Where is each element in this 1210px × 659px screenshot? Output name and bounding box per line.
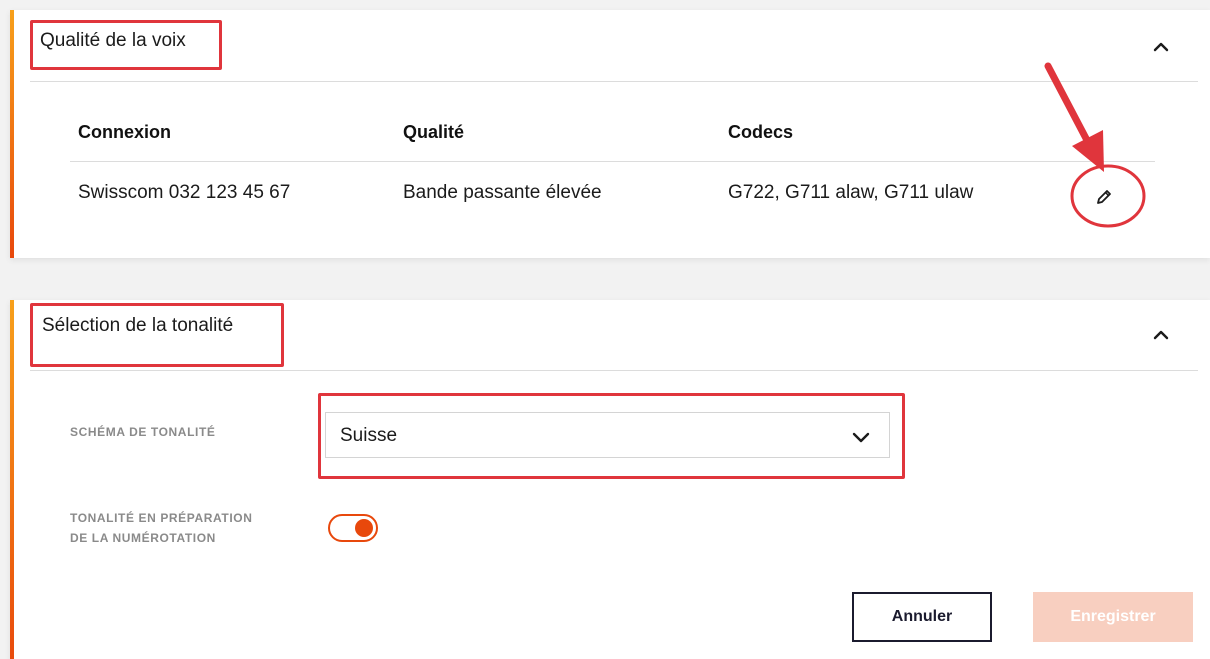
chevron-down-icon	[851, 427, 871, 447]
tone-scheme-select[interactable]: Suisse	[325, 412, 890, 458]
cell-connection: Swisscom 032 123 45 67	[78, 182, 291, 203]
card-accent-bar	[10, 300, 14, 659]
card-accent-bar	[10, 10, 14, 258]
cell-codecs: G722, G711 alaw, G711 ulaw	[728, 182, 974, 203]
column-header-quality: Qualité	[403, 122, 465, 142]
dial-tone-label: TONALITÉ EN PRÉPARATION DE LA NUMÉROTATI…	[70, 508, 310, 548]
table-row: Swisscom 032 123 45 67 Bande passante él…	[70, 182, 1155, 212]
table-header: Connexion Qualité Codecs	[70, 122, 1155, 152]
chevron-up-icon[interactable]	[1150, 36, 1172, 58]
table-divider	[70, 161, 1155, 162]
tone-selection-card: Sélection de la tonalité SCHÉMA DE TONAL…	[10, 300, 1210, 659]
card-divider	[30, 81, 1198, 82]
column-header-codecs: Codecs	[728, 122, 794, 142]
pencil-icon[interactable]	[1092, 185, 1116, 209]
page: Qualité de la voix Connexion Qualité Cod…	[0, 0, 1210, 659]
card-divider	[30, 370, 1198, 371]
dial-tone-label-line2: DE LA NUMÉROTATION	[70, 531, 216, 545]
dial-tone-toggle[interactable]	[328, 514, 378, 542]
dial-tone-label-line1: TONALITÉ EN PRÉPARATION	[70, 511, 253, 525]
cancel-button[interactable]: Annuler	[852, 592, 992, 642]
chevron-up-icon[interactable]	[1150, 324, 1172, 346]
cell-quality: Bande passante élevée	[403, 182, 602, 203]
column-header-connection: Connexion	[78, 122, 171, 142]
voice-quality-title: Qualité de la voix	[40, 30, 186, 51]
tone-scheme-value: Suisse	[340, 425, 398, 446]
voice-quality-card: Qualité de la voix Connexion Qualité Cod…	[10, 10, 1210, 258]
save-button[interactable]: Enregistrer	[1033, 592, 1193, 642]
tone-selection-title: Sélection de la tonalité	[42, 315, 234, 336]
toggle-knob	[355, 519, 373, 537]
tone-scheme-label: SCHÉMA DE TONALITÉ	[70, 425, 216, 439]
